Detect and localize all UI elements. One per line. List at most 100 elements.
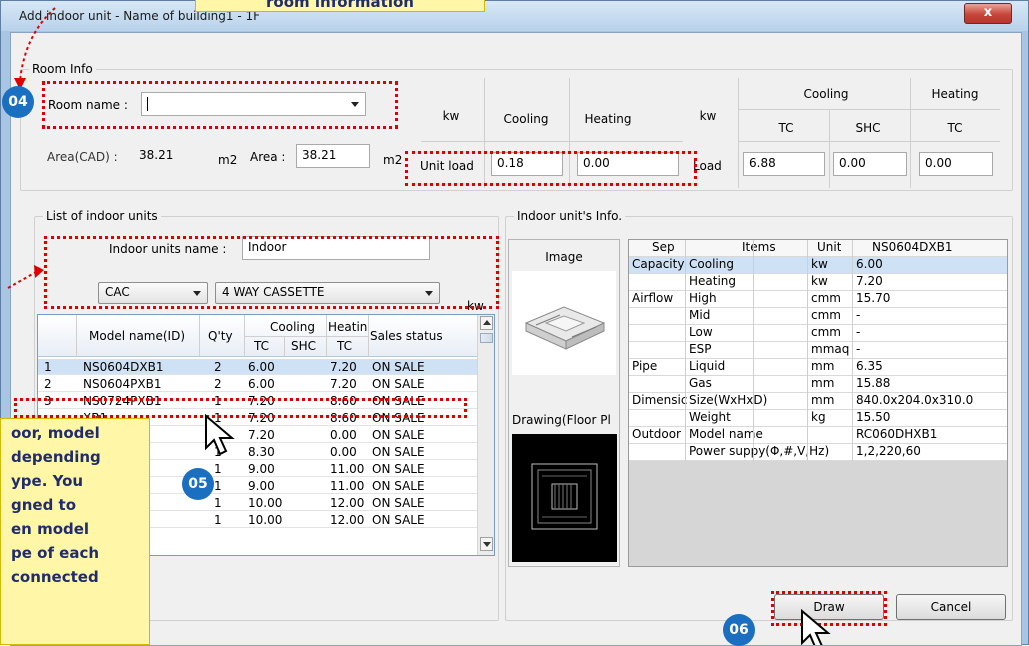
cell-status: ON SALE xyxy=(372,462,425,476)
cancel-button[interactable]: Cancel xyxy=(896,594,1006,620)
spec-cell-value: 7.20 xyxy=(856,274,883,288)
spec-cell-value: 15.88 xyxy=(856,376,891,390)
spec-cell-value: 15.70 xyxy=(856,291,891,305)
step-05-badge: 05 xyxy=(182,468,214,500)
col-cooling[interactable]: Cooling xyxy=(270,320,315,334)
load-hline xyxy=(738,109,1000,110)
chevron-up-icon xyxy=(483,320,491,325)
spec-cell-item: Model name xyxy=(689,427,763,441)
unit-load-heating-header: Heating xyxy=(584,112,632,126)
scroll-down-button[interactable] xyxy=(480,537,493,551)
indoor-list-label: List of indoor units xyxy=(43,209,161,223)
spec-cell-unit: mm xyxy=(811,359,835,373)
cell-qty[interactable]: 1 xyxy=(214,496,222,510)
load-heating-tc-input[interactable]: 0.00 xyxy=(919,152,993,176)
spec-cell-value: - xyxy=(856,325,861,339)
spec-col-model: NS0604DXB1 xyxy=(872,240,953,254)
cell-status: ON SALE xyxy=(372,377,425,391)
note-line: en model xyxy=(11,520,90,538)
spec-cell-sep: Pipe xyxy=(632,359,658,373)
cell-qty[interactable]: 2 xyxy=(214,360,222,374)
cell-qty[interactable]: 2 xyxy=(214,377,222,391)
spec-cell-value: 1,2,220,60 xyxy=(856,444,921,458)
spec-cell-unit: cmm xyxy=(811,325,841,339)
col-heating[interactable]: Heatin xyxy=(328,320,367,334)
room-info-label: Room Info xyxy=(29,62,96,76)
unit-spec-table[interactable]: Sep Items Unit NS0604DXB1 Capacity Coolin… xyxy=(628,239,1008,567)
spec-cell-value: - xyxy=(856,342,861,356)
spec-cell-item: Cooling xyxy=(689,257,734,271)
vertical-scrollbar[interactable] xyxy=(477,315,494,555)
step-06-badge: 06 xyxy=(723,614,755,646)
step-04-badge: 04 xyxy=(2,86,34,118)
chevron-down-icon xyxy=(483,542,491,547)
spec-cell-value: RC060DHXB1 xyxy=(856,427,938,441)
col-qty[interactable]: Q'ty xyxy=(208,329,233,343)
spec-col-unit: Unit xyxy=(817,240,842,254)
header-divider xyxy=(199,315,200,357)
spec-cell-item: Low xyxy=(689,325,713,339)
spec-cell-sep: Airflow xyxy=(632,291,674,305)
table-row[interactable]: 2 NS0604PXB1 2 6.00 7.20 ON SALE xyxy=(38,376,478,392)
spec-col-divider xyxy=(852,240,853,461)
spec-cell-value: - xyxy=(856,308,861,322)
area-cad-unit: m2 xyxy=(218,153,238,167)
cell-qty[interactable]: 1 xyxy=(214,479,222,493)
load-shc-header: SHC xyxy=(855,121,881,135)
spec-cell-unit: mm xyxy=(811,376,835,390)
note-line: depending xyxy=(11,448,101,466)
load-cooling-header: Cooling xyxy=(803,87,849,101)
load-tc-input[interactable]: 6.88 xyxy=(743,152,825,176)
spec-cell-item: Weight xyxy=(689,410,731,424)
load-hline xyxy=(738,141,1000,142)
spec-cell-item: High xyxy=(689,291,717,305)
spec-cell-sep xyxy=(629,325,632,342)
spec-cell-item: Heating xyxy=(689,274,737,288)
unit-image-panel: Image Drawing(Floor Pl xyxy=(508,239,620,567)
cell-status: ON SALE xyxy=(372,360,425,374)
spec-cell-unit: mmaq xyxy=(811,342,850,356)
load-divider xyxy=(910,78,911,188)
load-label: Load xyxy=(693,159,722,173)
col-model[interactable]: Model name(ID) xyxy=(89,329,185,343)
load-shc-input[interactable]: 0.00 xyxy=(833,152,907,176)
spec-cell-value: 6.00 xyxy=(856,257,883,271)
spec-cell-sep xyxy=(629,444,632,461)
area-cad-value: 38.21 xyxy=(133,144,205,168)
col-heating-tc: TC xyxy=(337,339,353,353)
unit-image xyxy=(512,271,616,375)
cell-htc: 0.00 xyxy=(330,445,357,459)
table-row[interactable]: 1 NS0604DXB1 2 6.00 7.20 ON SALE xyxy=(38,359,478,375)
cell-model: NS0604PXB1 xyxy=(83,377,162,391)
cell-no: 2 xyxy=(44,377,52,391)
area-label: Area : xyxy=(250,150,286,164)
floor-plan-drawing xyxy=(512,434,617,562)
spec-cell-value: 840.0x204.0x310.0 xyxy=(856,393,974,407)
spec-cell-unit: kw xyxy=(811,274,828,288)
close-button[interactable]: x xyxy=(964,3,1012,24)
spec-col-divider xyxy=(685,240,686,461)
cell-tc: 8.30 xyxy=(248,445,275,459)
spec-col-items: Items xyxy=(742,240,776,254)
cell-tc: 9.00 xyxy=(248,479,275,493)
mouse-cursor-icon xyxy=(801,609,831,645)
load-heating-tc-header: TC xyxy=(947,121,963,135)
scroll-thumb[interactable] xyxy=(480,333,493,343)
spec-cell-unit: cmm xyxy=(811,308,841,322)
spec-cell-item: Gas xyxy=(689,376,712,390)
spec-cell-sep xyxy=(629,410,632,427)
area-unit: m2 xyxy=(383,153,403,167)
spec-cell-unit xyxy=(808,444,811,461)
unit-load-highlight xyxy=(405,151,697,186)
area-input[interactable]: 38.21 xyxy=(296,144,370,168)
scroll-up-button[interactable] xyxy=(480,316,493,330)
title-bar[interactable]: Add indoor unit - Name of building1 - 1F… xyxy=(1,1,1028,31)
cell-htc: 0.00 xyxy=(330,428,357,442)
cell-qty[interactable]: 1 xyxy=(214,513,222,527)
room-information-callout: room information xyxy=(195,0,485,12)
cell-htc: 7.20 xyxy=(330,360,357,374)
header-divider xyxy=(284,337,285,357)
cell-qty[interactable]: 1 xyxy=(214,462,222,476)
load-kw: kw xyxy=(699,109,717,123)
col-sales-status[interactable]: Sales status xyxy=(370,329,443,343)
